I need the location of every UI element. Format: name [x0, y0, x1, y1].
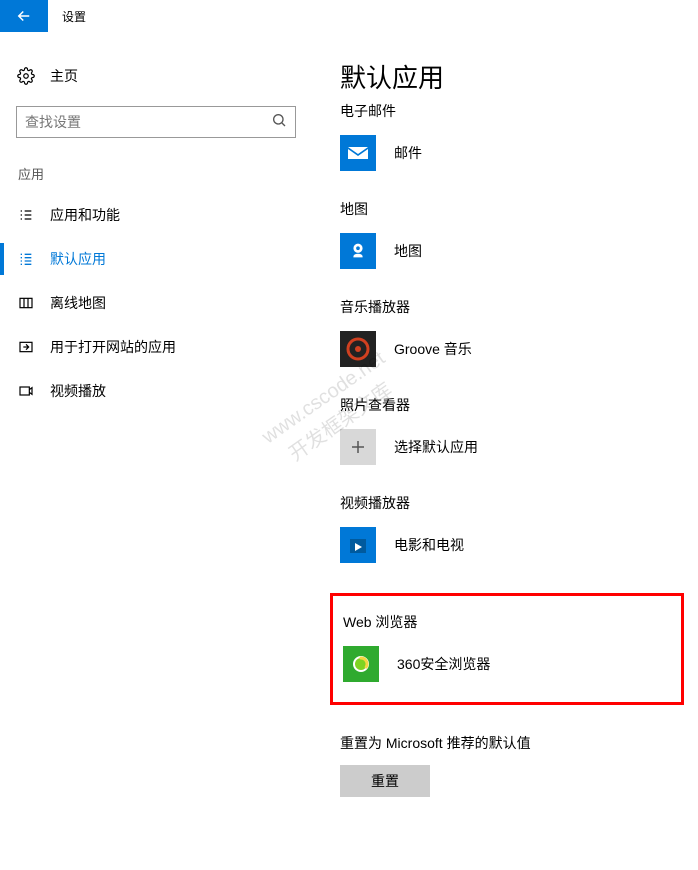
default-app-email[interactable]: 邮件: [340, 133, 678, 173]
maps-app-icon: [340, 233, 376, 269]
sidebar-item-label: 视频播放: [50, 381, 106, 401]
reset-button[interactable]: 重置: [340, 765, 430, 797]
search-icon: [271, 112, 287, 133]
section-label-photo: 照片查看器: [340, 395, 678, 415]
page-title: 默认应用: [340, 58, 678, 95]
mail-icon: [340, 135, 376, 171]
map-icon: [16, 295, 36, 311]
back-button[interactable]: [0, 0, 48, 32]
open-app-icon: [16, 339, 36, 355]
section-label-maps: 地图: [340, 199, 678, 219]
sidebar: 主页 应用 应用和功能 默认应用 离线地图: [0, 58, 300, 797]
search-box[interactable]: [16, 106, 296, 138]
default-app-web[interactable]: 360安全浏览器: [343, 644, 671, 684]
sidebar-item-apps-features[interactable]: 应用和功能: [16, 193, 300, 237]
window-title: 设置: [62, 8, 86, 25]
section-label-video: 视频播放器: [340, 493, 678, 513]
default-app-photo[interactable]: 选择默认应用: [340, 427, 678, 467]
groove-icon: [340, 331, 376, 367]
highlight-web-browser: Web 浏览器 360安全浏览器: [330, 593, 684, 705]
default-app-music[interactable]: Groove 音乐: [340, 329, 678, 369]
sidebar-item-offline-maps[interactable]: 离线地图: [16, 281, 300, 325]
browser-360-icon: [343, 646, 379, 682]
sidebar-home-label: 主页: [50, 66, 78, 86]
movies-tv-icon: [340, 527, 376, 563]
section-label-music: 音乐播放器: [340, 297, 678, 317]
default-app-maps[interactable]: 地图: [340, 231, 678, 271]
list-icon: [16, 207, 36, 223]
reset-label: 重置为 Microsoft 推荐的默认值: [340, 733, 678, 753]
default-app-video[interactable]: 电影和电视: [340, 525, 678, 565]
gear-icon: [16, 67, 36, 85]
sidebar-item-label: 默认应用: [50, 249, 106, 269]
section-label-web: Web 浏览器: [343, 612, 671, 632]
app-name: 邮件: [394, 143, 422, 163]
search-input[interactable]: [25, 114, 271, 130]
section-label-email: 电子邮件: [340, 101, 678, 121]
sidebar-item-web-apps[interactable]: 用于打开网站的应用: [16, 325, 300, 369]
plus-icon: [340, 429, 376, 465]
sidebar-category: 应用: [16, 164, 300, 183]
sidebar-item-label: 用于打开网站的应用: [50, 337, 176, 357]
sidebar-item-default-apps[interactable]: 默认应用: [16, 237, 300, 281]
titlebar: 设置: [0, 0, 698, 32]
sidebar-home[interactable]: 主页: [16, 58, 300, 94]
app-name: Groove 音乐: [394, 339, 472, 359]
sidebar-item-video-playback[interactable]: 视频播放: [16, 369, 300, 413]
app-name: 地图: [394, 241, 422, 261]
app-name: 360安全浏览器: [397, 654, 490, 674]
sidebar-item-label: 离线地图: [50, 293, 106, 313]
content: 默认应用 电子邮件 邮件 地图 地图 音乐播放器 Groove 音乐 照片查看器: [300, 58, 698, 797]
video-icon: [16, 383, 36, 399]
sidebar-item-label: 应用和功能: [50, 205, 120, 225]
default-apps-icon: [16, 251, 36, 267]
app-name: 选择默认应用: [394, 437, 478, 457]
app-name: 电影和电视: [394, 535, 464, 555]
